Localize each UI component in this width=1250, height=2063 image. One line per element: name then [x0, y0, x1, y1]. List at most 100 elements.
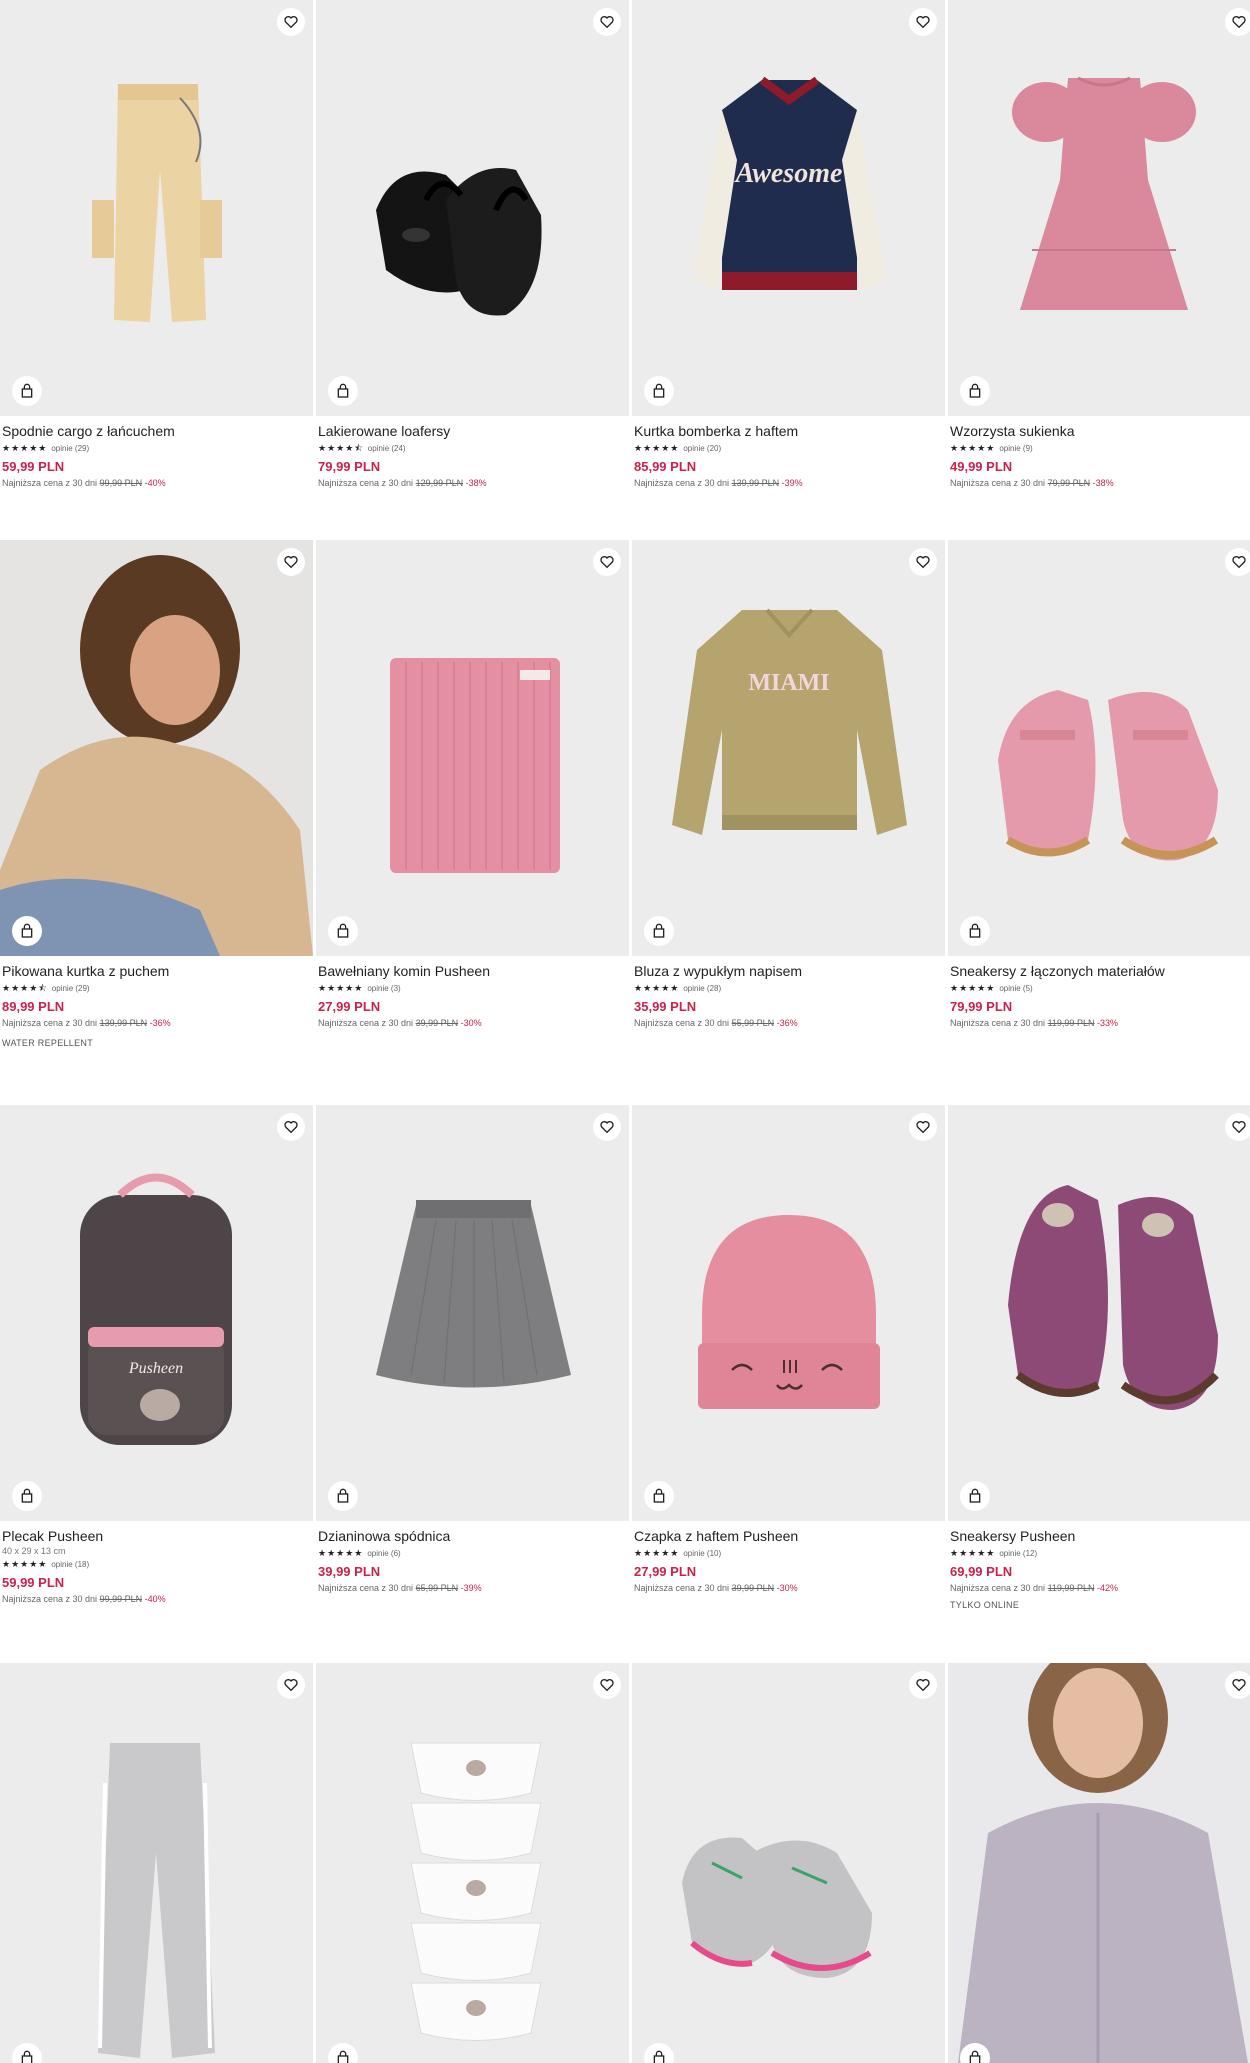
review-count[interactable]: opinie (6): [367, 1549, 400, 1558]
review-count[interactable]: opinie (12): [999, 1549, 1037, 1558]
child-in-puffer-jacket-image: [0, 540, 313, 956]
product-name[interactable]: Dzianinowa spódnica: [318, 1527, 627, 1545]
heart-icon[interactable]: [593, 548, 621, 576]
product-image[interactable]: [632, 1663, 945, 2063]
heart-icon[interactable]: [909, 8, 937, 36]
heart-icon[interactable]: [593, 8, 621, 36]
heart-icon[interactable]: [1225, 1671, 1250, 1699]
product-card[interactable]: [948, 1663, 1250, 2063]
review-count[interactable]: opinie (10): [683, 1549, 721, 1558]
old-price: 99,99 PLN: [99, 1594, 143, 1604]
product-image[interactable]: [316, 1663, 629, 2063]
shopping-bag-icon[interactable]: [328, 916, 358, 946]
beige-cargo-pants-image: [92, 84, 222, 322]
lowest-price-info: Najniższa cena z 30 dni 39,99 PLN -30%: [318, 1018, 627, 1028]
review-count[interactable]: opinie (29): [52, 984, 90, 993]
product-image[interactable]: [316, 540, 629, 956]
product-card[interactable]: Czapka z haftem Pusheen ★★★★★ opinie (10…: [632, 1105, 945, 1663]
shopping-bag-icon[interactable]: [328, 376, 358, 406]
shopping-bag-icon[interactable]: [328, 1481, 358, 1511]
lowest-price-info: Najniższa cena z 30 dni 55,99 PLN -36%: [634, 1018, 943, 1028]
shopping-bag-icon[interactable]: [12, 916, 42, 946]
product-image[interactable]: [0, 540, 313, 956]
old-price: 39,99 PLN: [415, 1018, 459, 1028]
product-image[interactable]: [948, 1663, 1250, 2063]
product-card[interactable]: Awesome Kurtka bomberka z haftem ★★★★★ o…: [632, 0, 945, 540]
product-card[interactable]: [316, 1663, 629, 2063]
pusheen-briefs-pack-image: [410, 1742, 542, 2041]
product-card[interactable]: Bawełniany komin Pusheen ★★★★★ opinie (3…: [316, 540, 629, 1105]
product-image[interactable]: [316, 0, 629, 416]
review-count[interactable]: opinie (29): [51, 444, 89, 453]
product-card[interactable]: [632, 1663, 945, 2063]
product-image[interactable]: [316, 1105, 629, 1521]
product-card[interactable]: Lakierowane loafersy ★★★★⯪ opinie (24) 7…: [316, 0, 629, 540]
shopping-bag-icon[interactable]: [12, 376, 42, 406]
product-card[interactable]: Pikowana kurtka z puchem ★★★★⯪ opinie (2…: [0, 540, 313, 1105]
product-name[interactable]: Sneakersy z łączonych materiałów: [950, 962, 1250, 980]
review-count[interactable]: opinie (20): [683, 444, 721, 453]
product-card[interactable]: [0, 1663, 313, 2063]
product-card[interactable]: Spodnie cargo z łańcuchem ★★★★★ opinie (…: [0, 0, 313, 540]
heart-icon[interactable]: [909, 548, 937, 576]
heart-icon[interactable]: [1225, 1113, 1250, 1141]
product-card[interactable]: Dzianinowa spódnica ★★★★★ opinie (6) 39,…: [316, 1105, 629, 1663]
product-name[interactable]: Bawełniany komin Pusheen: [318, 962, 627, 980]
product-name[interactable]: Bluza z wypukłym napisem: [634, 962, 943, 980]
jacket-print-text: Awesome: [734, 158, 843, 189]
product-name[interactable]: Lakierowane loafersy: [318, 422, 627, 440]
heart-icon[interactable]: [909, 1671, 937, 1699]
shopping-bag-icon[interactable]: [644, 1481, 674, 1511]
rating-stars: ★★★★★: [950, 983, 996, 993]
product-image[interactable]: [948, 540, 1250, 956]
product-card[interactable]: Sneakersy z łączonych materiałów ★★★★★ o…: [948, 540, 1250, 1105]
heart-icon[interactable]: [1225, 8, 1250, 36]
heart-icon[interactable]: [593, 1671, 621, 1699]
heart-icon[interactable]: [277, 1113, 305, 1141]
product-image[interactable]: [948, 1105, 1250, 1521]
heart-icon[interactable]: [593, 1113, 621, 1141]
product-image[interactable]: [0, 1663, 313, 2063]
product-card[interactable]: MIAMI Bluza z wypukłym napisem ★★★★★ opi…: [632, 540, 945, 1105]
product-price: 27,99 PLN: [318, 999, 381, 1014]
shopping-bag-icon[interactable]: [960, 376, 990, 406]
review-count[interactable]: opinie (24): [368, 444, 406, 453]
lowest-price-info: Najniższa cena z 30 dni 65,99 PLN -39%: [318, 1583, 627, 1593]
rating-stars: ★★★★⯪: [2, 983, 48, 993]
discount-badge: -39%: [460, 1583, 482, 1593]
heart-icon[interactable]: [277, 548, 305, 576]
product-name[interactable]: Czapka z haftem Pusheen: [634, 1527, 943, 1545]
review-count[interactable]: opinie (28): [683, 984, 721, 993]
shopping-bag-icon[interactable]: [644, 376, 674, 406]
product-name[interactable]: Plecak Pusheen: [2, 1527, 311, 1545]
lowest-price-label: Najniższa cena z 30 dni: [2, 1594, 98, 1604]
heart-icon[interactable]: [1225, 548, 1250, 576]
product-image[interactable]: Awesome: [632, 0, 945, 416]
product-name[interactable]: Wzorzysta sukienka: [950, 422, 1250, 440]
product-name[interactable]: Spodnie cargo z łańcuchem: [2, 422, 311, 440]
review-count[interactable]: opinie (5): [999, 984, 1032, 993]
product-name[interactable]: Sneakersy Pusheen: [950, 1527, 1250, 1545]
shopping-bag-icon[interactable]: [644, 916, 674, 946]
product-name[interactable]: Pikowana kurtka z puchem: [2, 962, 311, 980]
heart-icon[interactable]: [277, 1671, 305, 1699]
product-rating: ★★★★★ opinie (5): [950, 982, 1250, 994]
heart-icon[interactable]: [909, 1113, 937, 1141]
product-image[interactable]: [948, 0, 1250, 416]
product-image[interactable]: Pusheen: [0, 1105, 313, 1521]
product-image[interactable]: [0, 0, 313, 416]
product-card[interactable]: Pusheen Plecak Pusheen 40 x 29 x 13 cm ★…: [0, 1105, 313, 1663]
product-card[interactable]: Sneakersy Pusheen ★★★★★ opinie (12) 69,9…: [948, 1105, 1250, 1663]
product-card[interactable]: Wzorzysta sukienka ★★★★★ opinie (9) 49,9…: [948, 0, 1250, 540]
shopping-bag-icon[interactable]: [12, 1481, 42, 1511]
review-count[interactable]: opinie (3): [367, 984, 400, 993]
heart-icon[interactable]: [277, 8, 305, 36]
shopping-bag-icon[interactable]: [960, 916, 990, 946]
review-count[interactable]: opinie (18): [51, 1560, 89, 1569]
product-image[interactable]: MIAMI: [632, 540, 945, 956]
product-image[interactable]: [632, 1105, 945, 1521]
sweatshirt-print-text: MIAMI: [748, 670, 829, 696]
product-name[interactable]: Kurtka bomberka z haftem: [634, 422, 943, 440]
review-count[interactable]: opinie (9): [999, 444, 1032, 453]
shopping-bag-icon[interactable]: [960, 1481, 990, 1511]
